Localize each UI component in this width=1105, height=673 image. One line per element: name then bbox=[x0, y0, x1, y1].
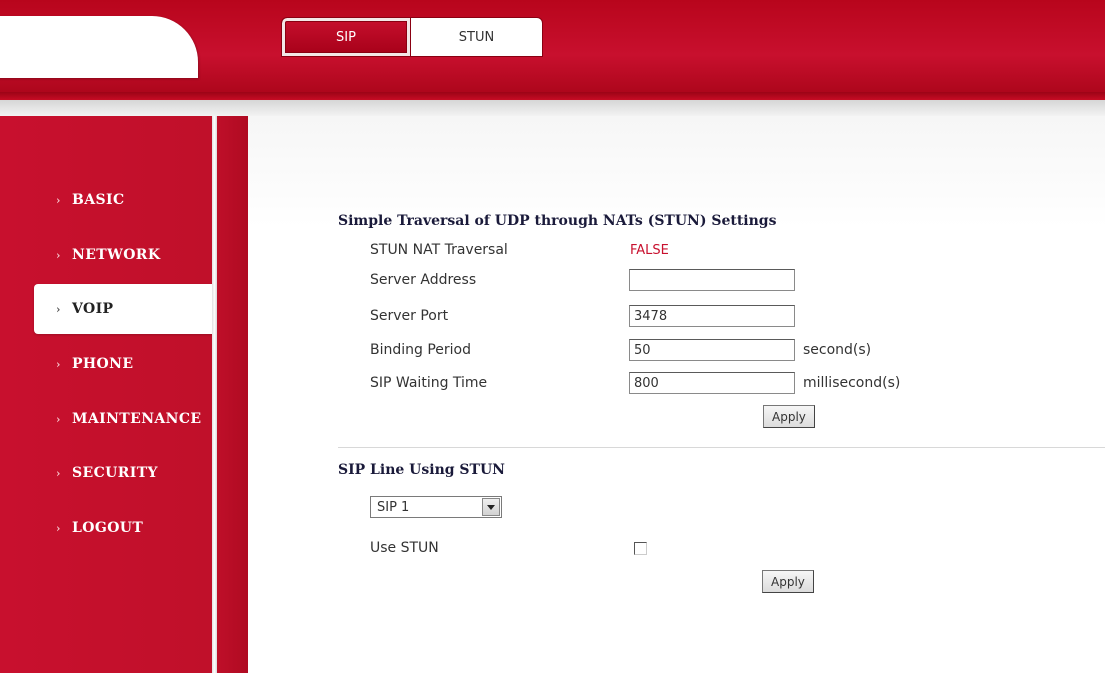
sidebar-item-label: VOIP bbox=[72, 301, 114, 317]
sidebar-item-label: NETWORK bbox=[72, 247, 161, 263]
sidebar-item-label: LOGOUT bbox=[72, 520, 144, 536]
sidebar-item-logout[interactable]: › LOGOUT bbox=[0, 503, 230, 553]
stun-nat-traversal-label: STUN NAT Traversal bbox=[370, 242, 508, 258]
tab-sip[interactable]: SIP bbox=[281, 17, 411, 57]
chevron-right-icon: › bbox=[56, 521, 61, 535]
tab-stun[interactable]: STUN bbox=[411, 17, 543, 57]
sidebar-item-label: BASIC bbox=[72, 192, 125, 208]
sip-line-select-value: SIP 1 bbox=[377, 499, 410, 515]
chevron-right-icon: › bbox=[56, 412, 61, 426]
logo-area bbox=[0, 16, 198, 78]
triangle-down-icon[interactable] bbox=[482, 498, 500, 516]
sip-waiting-time-input[interactable] bbox=[629, 372, 795, 394]
sip-line-apply-button[interactable]: Apply bbox=[762, 570, 814, 593]
binding-period-unit: second(s) bbox=[803, 342, 872, 358]
sip-waiting-time-unit: millisecond(s) bbox=[803, 375, 901, 391]
chevron-right-icon: › bbox=[56, 357, 61, 371]
tab-stun-label: STUN bbox=[458, 29, 495, 45]
top-tabs: SIP STUN bbox=[281, 17, 543, 59]
section-divider bbox=[338, 447, 1105, 448]
main-content: Simple Traversal of UDP through NATs (ST… bbox=[248, 116, 1105, 673]
sidebar-item-basic[interactable]: › BASIC bbox=[0, 175, 230, 225]
sidebar-divider bbox=[212, 116, 217, 673]
sip-line-select[interactable]: SIP 1 bbox=[370, 496, 502, 518]
header-separator bbox=[0, 100, 1105, 116]
sip-waiting-time-label: SIP Waiting Time bbox=[370, 375, 488, 391]
sidebar-item-network[interactable]: › NETWORK bbox=[0, 230, 230, 280]
use-stun-label: Use STUN bbox=[370, 540, 439, 556]
use-stun-checkbox[interactable] bbox=[634, 542, 647, 555]
chevron-right-icon: › bbox=[56, 248, 61, 262]
sidebar-item-maintenance[interactable]: › MAINTENANCE bbox=[0, 394, 214, 444]
binding-period-input[interactable] bbox=[629, 339, 795, 361]
server-port-input[interactable] bbox=[629, 305, 795, 327]
chevron-right-icon: › bbox=[56, 193, 61, 207]
sidebar-item-label: PHONE bbox=[72, 356, 134, 372]
sidebar-item-phone[interactable]: › PHONE bbox=[0, 339, 230, 389]
chevron-right-icon: › bbox=[56, 302, 61, 316]
stun-nat-traversal-value: FALSE bbox=[630, 243, 669, 258]
server-address-input[interactable] bbox=[629, 269, 795, 291]
page: SIP STUN › BASIC › NETWORK › VOIP › PHON… bbox=[0, 0, 1105, 673]
chevron-right-icon: › bbox=[56, 466, 61, 480]
server-port-label: Server Port bbox=[370, 308, 449, 324]
sip-line-title: SIP Line Using STUN bbox=[338, 462, 505, 478]
sidebar: › BASIC › NETWORK › VOIP › PHONE › MAINT… bbox=[0, 116, 248, 673]
sidebar-item-voip[interactable]: › VOIP bbox=[34, 284, 214, 334]
binding-period-label: Binding Period bbox=[370, 342, 472, 358]
stun-settings-title: Simple Traversal of UDP through NATs (ST… bbox=[338, 213, 777, 229]
stun-apply-button[interactable]: Apply bbox=[763, 405, 815, 428]
header-bottom-edge bbox=[0, 92, 1105, 100]
sidebar-item-label: MAINTENANCE bbox=[72, 411, 202, 427]
sidebar-item-label: SECURITY bbox=[72, 465, 158, 481]
server-address-label: Server Address bbox=[370, 272, 477, 288]
header-bar: SIP STUN bbox=[0, 0, 1105, 100]
tab-sip-label: SIP bbox=[336, 29, 356, 45]
sidebar-item-security[interactable]: › SECURITY bbox=[0, 448, 230, 498]
